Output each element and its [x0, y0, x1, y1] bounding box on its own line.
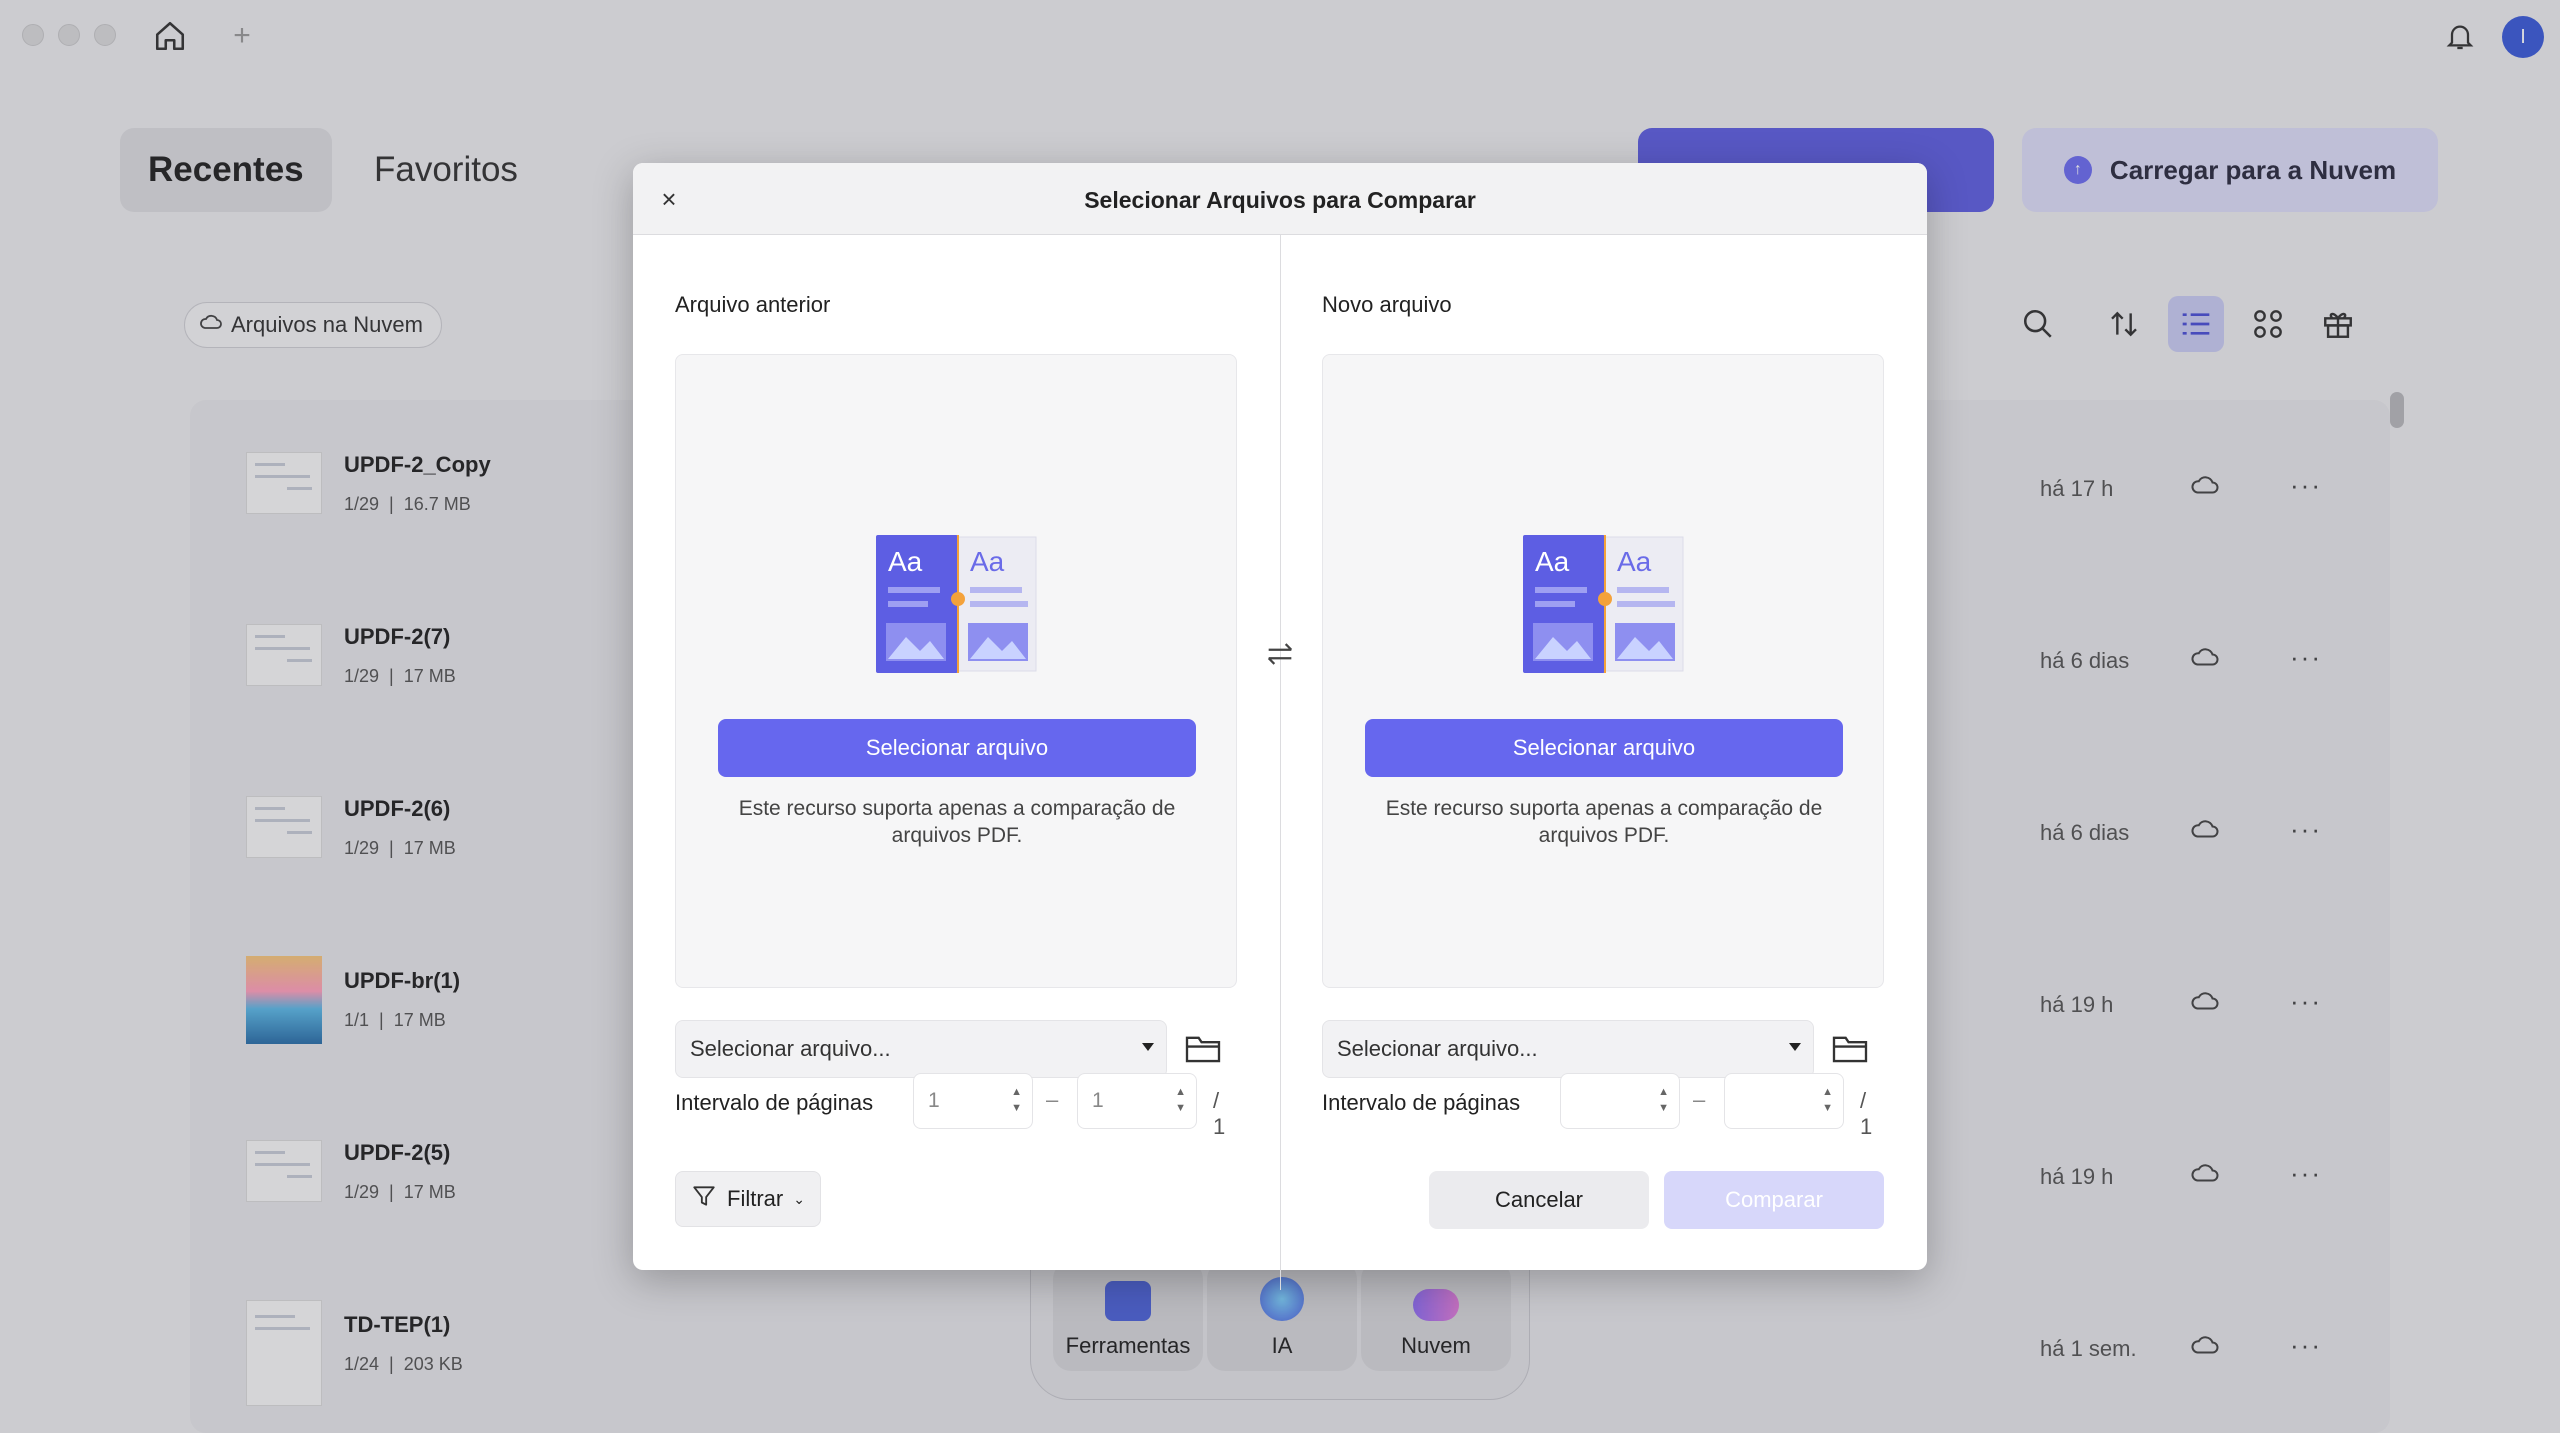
page-range-from[interactable]: 1 ▲ ▼ [913, 1073, 1033, 1129]
filter-icon [691, 1183, 717, 1215]
page-range-label: Intervalo de páginas [675, 1090, 874, 1115]
svg-text:Aa: Aa [1617, 546, 1652, 577]
page-range-to-value: 1 [1092, 1089, 1104, 1112]
previous-file-label: Arquivo anterior [675, 292, 831, 317]
dialog-title: Selecionar Arquivos para Comparar [1084, 187, 1476, 213]
folder-icon[interactable] [1183, 1028, 1223, 1068]
previous-file-dropzone[interactable]: Aa Aa Selecionar arquivo Este recurso su… [675, 354, 1237, 988]
filter-button[interactable]: Filtrar ⌄ [675, 1171, 821, 1227]
page-range-from-value: 1 [928, 1089, 940, 1112]
new-file-dropzone[interactable]: Aa Aa Selecionar arquivo Este recurso su… [1322, 354, 1884, 988]
cancel-button[interactable]: Cancelar [1429, 1171, 1649, 1229]
page-range-to[interactable]: ▲ ▼ [1724, 1073, 1844, 1129]
chevron-down-icon [1142, 1043, 1154, 1051]
filter-label: Filtrar [727, 1186, 784, 1211]
compare-illustration-icon: Aa Aa [876, 535, 1037, 673]
new-file-label: Novo arquivo [1322, 292, 1452, 317]
previous-file-pane: Arquivo anterior Aa Aa Selecionar arquiv… [633, 235, 1237, 1235]
pdf-only-hint: Este recurso suporta apenas a comparação… [738, 797, 1176, 847]
compare-illustration-icon: Aa Aa [1523, 535, 1684, 673]
chevron-down-icon: ⌄ [793, 1190, 805, 1207]
stepper-arrows-icon[interactable]: ▲ ▼ [1011, 1084, 1022, 1116]
page-total: / 1 [1860, 1088, 1873, 1139]
chevron-down-icon [1789, 1043, 1801, 1051]
pdf-only-hint: Este recurso suporta apenas a comparação… [1385, 797, 1823, 847]
stepper-arrows-icon[interactable]: ▲ ▼ [1175, 1084, 1186, 1116]
svg-text:Aa: Aa [888, 546, 923, 577]
new-file-pane: Novo arquivo Aa Aa Selecionar arquivo Es… [1280, 235, 1884, 1235]
page-total: / 1 [1213, 1088, 1226, 1139]
select-new-file-button[interactable]: Selecionar arquivo [1365, 719, 1843, 777]
svg-text:Aa: Aa [1535, 546, 1570, 577]
previous-file-select[interactable]: Selecionar arquivo... [675, 1020, 1167, 1078]
compare-files-dialog: × Selecionar Arquivos para Comparar Arqu… [633, 163, 1927, 1290]
select-previous-file-button[interactable]: Selecionar arquivo [718, 719, 1196, 777]
range-separator: – [1693, 1087, 1706, 1112]
folder-icon[interactable] [1830, 1028, 1870, 1068]
page-range-label: Intervalo de páginas [1322, 1090, 1521, 1115]
dialog-header: × Selecionar Arquivos para Comparar [633, 163, 1927, 235]
new-file-select[interactable]: Selecionar arquivo... [1322, 1020, 1814, 1078]
stepper-arrows-icon[interactable]: ▲ ▼ [1822, 1084, 1833, 1116]
page-range-to[interactable]: 1 ▲ ▼ [1077, 1073, 1197, 1129]
page-range-from[interactable]: ▲ ▼ [1560, 1073, 1680, 1129]
range-separator: – [1046, 1087, 1059, 1112]
new-file-select-value: Selecionar arquivo... [1337, 1036, 1538, 1061]
stepper-arrows-icon[interactable]: ▲ ▼ [1658, 1084, 1669, 1116]
previous-file-select-value: Selecionar arquivo... [690, 1036, 891, 1061]
compare-button[interactable]: Comparar [1664, 1171, 1884, 1229]
svg-text:Aa: Aa [970, 546, 1005, 577]
